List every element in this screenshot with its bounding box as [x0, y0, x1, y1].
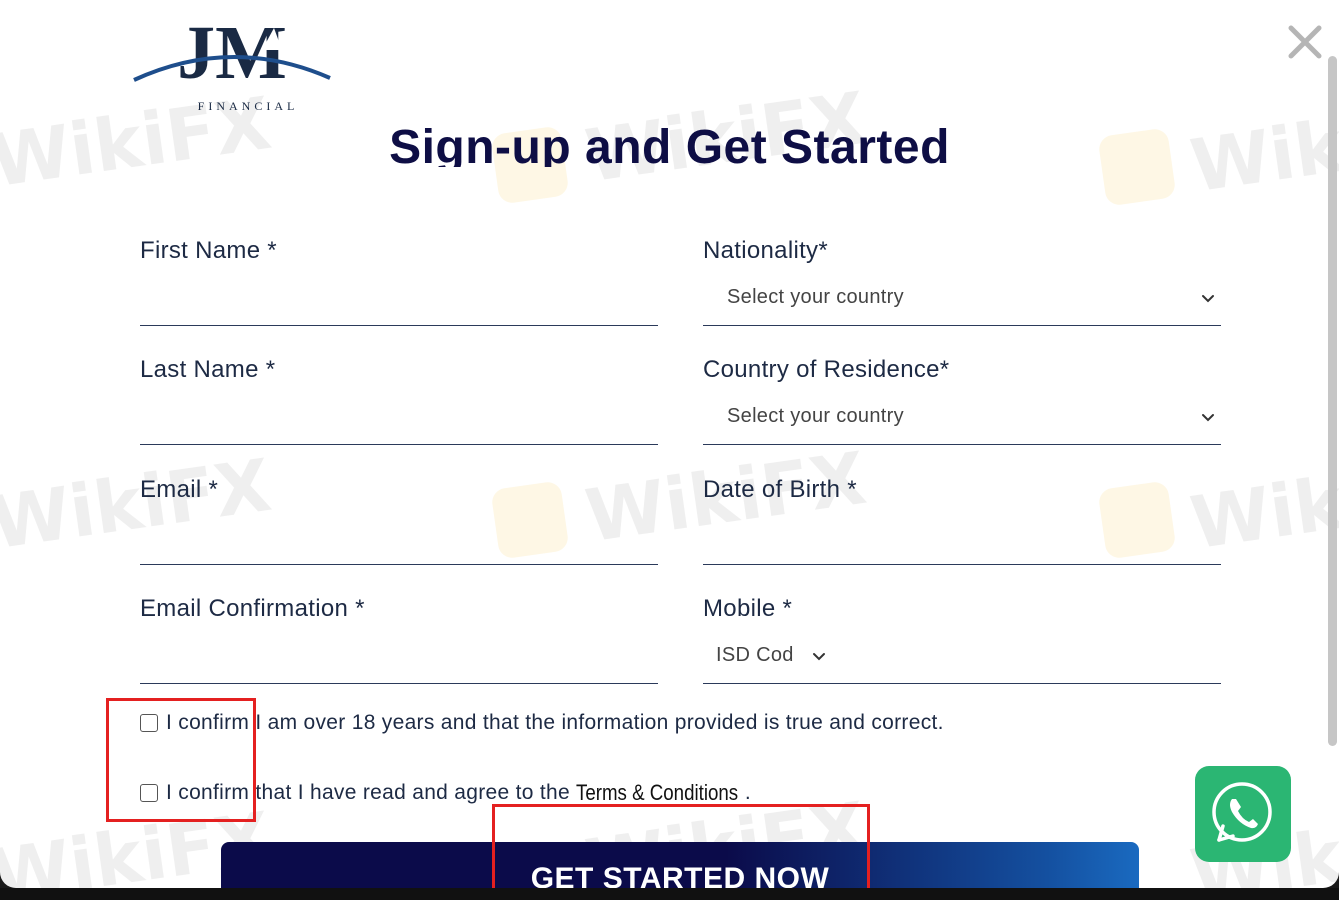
nationality-label: Nationality* — [703, 237, 828, 264]
last-name-input[interactable] — [140, 400, 662, 442]
signup-modal: WikiFX WikiFX WikiFX WikiFX WikiFX WikiF… — [0, 0, 1339, 888]
email-input[interactable] — [140, 520, 662, 562]
date-of-birth-field: Date of Birth * — [703, 464, 1225, 565]
country-of-residence-select[interactable]: Select your country — [727, 405, 904, 428]
close-button[interactable] — [1285, 22, 1325, 62]
terms-confirm-checkbox[interactable] — [140, 784, 158, 802]
page-title: Sign-up and Get Started — [389, 121, 950, 167]
get-started-button[interactable]: GET STARTED NOW — [221, 842, 1139, 888]
logo-graphic: JM FINANCIAL — [133, 11, 331, 113]
country-of-residence-field[interactable]: Country of Residence* Select your countr… — [703, 344, 1221, 445]
age-confirm-checkbox[interactable] — [140, 714, 158, 732]
last-name-label: Last Name * — [140, 356, 276, 383]
mobile-input[interactable] — [843, 639, 1217, 681]
age-confirm-row: I confirm I am over 18 years and that th… — [140, 708, 944, 738]
jm-financial-logo: JM FINANCIAL — [132, 10, 332, 120]
mobile-label: Mobile * — [703, 595, 793, 622]
email-confirmation-field: Email Confirmation * — [140, 583, 662, 684]
first-name-field: First Name * — [140, 225, 662, 326]
logo-letters: JM — [177, 11, 287, 95]
nationality-field[interactable]: Nationality* Select your country — [703, 225, 1221, 326]
age-confirm-label: I confirm I am over 18 years and that th… — [166, 711, 944, 734]
terms-confirm-row: I confirm that I have read and agree to … — [140, 778, 751, 808]
mobile-field: Mobile * ISD Cod — [703, 583, 1221, 684]
terms-suffix: . — [744, 781, 751, 804]
first-name-input[interactable] — [140, 281, 662, 323]
chevron-down-icon — [813, 653, 825, 661]
country-of-residence-label: Country of Residence* — [703, 356, 950, 383]
isd-code-select[interactable]: ISD Cod — [716, 644, 794, 667]
email-field: Email * — [140, 464, 662, 565]
date-of-birth-input[interactable] — [703, 520, 1225, 562]
logo-subtext: FINANCIAL — [198, 99, 299, 113]
chevron-down-icon — [1202, 414, 1214, 422]
terms-confirm-label: I confirm that I have read and agree to … — [166, 781, 577, 804]
whatsapp-icon — [1212, 782, 1272, 842]
last-name-field: Last Name * — [140, 344, 662, 445]
terms-and-conditions-link[interactable]: Terms & Conditions — [576, 780, 738, 806]
page-title-wrapper: Sign-up and Get Started — [0, 112, 1339, 167]
first-name-label: First Name * — [140, 237, 277, 264]
email-confirmation-label: Email Confirmation * — [140, 595, 365, 622]
nationality-select[interactable]: Select your country — [727, 286, 904, 309]
close-icon — [1288, 25, 1322, 59]
email-confirmation-input[interactable] — [140, 639, 662, 681]
chevron-down-icon — [1202, 295, 1214, 303]
bottom-edge — [0, 888, 1339, 900]
get-started-button-label: GET STARTED NOW — [530, 862, 830, 888]
whatsapp-button[interactable] — [1195, 766, 1291, 862]
email-label: Email * — [140, 476, 219, 503]
date-of-birth-label: Date of Birth * — [703, 476, 857, 503]
